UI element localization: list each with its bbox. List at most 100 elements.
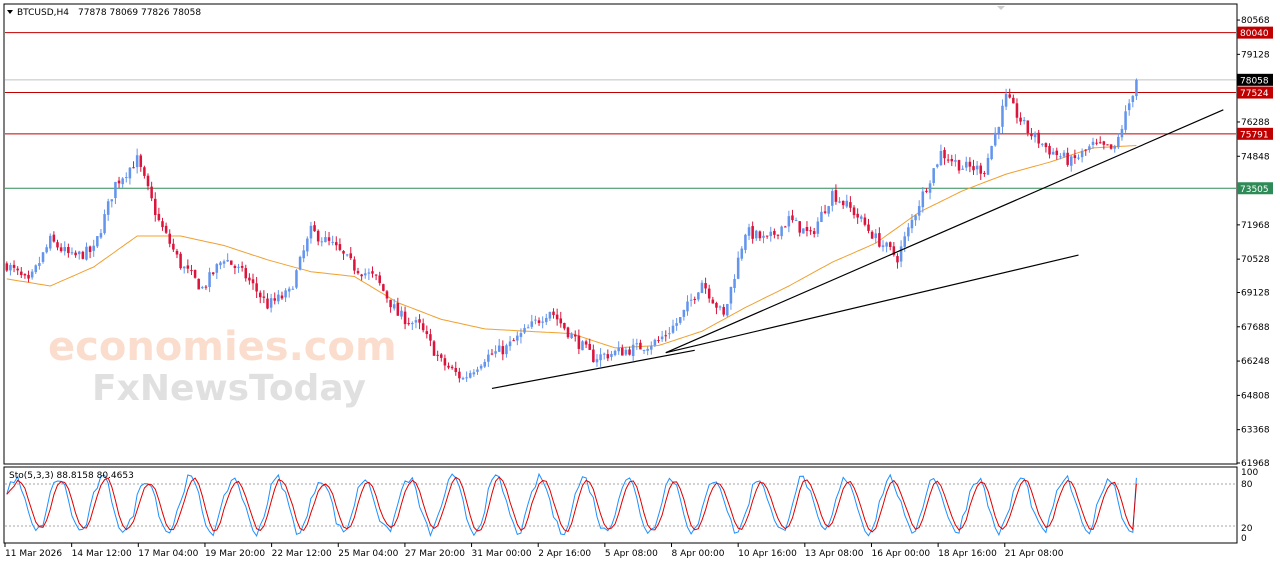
candle-body bbox=[121, 178, 124, 185]
candle-body bbox=[599, 354, 602, 361]
candle-body bbox=[979, 165, 983, 174]
candle-body bbox=[1077, 157, 1080, 159]
candle-body bbox=[1106, 144, 1109, 146]
candle-body bbox=[237, 266, 240, 268]
candle-body bbox=[545, 317, 548, 323]
time-tick-label: 22 Mar 12:00 bbox=[272, 549, 332, 559]
candle-body bbox=[204, 286, 208, 288]
last-price-label: 78058 bbox=[1240, 76, 1269, 86]
candle-body bbox=[780, 226, 783, 237]
candle-body bbox=[277, 294, 280, 302]
candle-body bbox=[421, 323, 425, 331]
candle-body bbox=[950, 158, 954, 162]
candle-body bbox=[335, 242, 338, 246]
candle-body bbox=[392, 304, 396, 309]
candle-body bbox=[411, 323, 414, 325]
candle-body bbox=[827, 206, 830, 214]
candle-body bbox=[631, 344, 635, 357]
candle bbox=[193, 269, 197, 279]
candle-body bbox=[523, 327, 526, 333]
candle-body bbox=[150, 186, 153, 199]
candle-body bbox=[135, 155, 139, 168]
time-tick-label: 5 Apr 08:00 bbox=[605, 549, 658, 559]
candle-body bbox=[302, 250, 305, 259]
stochastic-label: Sto(5,3,3) 88.8158 80.4653 bbox=[9, 471, 134, 481]
candle-body bbox=[179, 253, 182, 269]
candle-body bbox=[468, 373, 472, 378]
candle-body bbox=[201, 287, 204, 289]
candle-body bbox=[371, 271, 374, 274]
candle-body bbox=[128, 167, 132, 179]
candle-body bbox=[820, 211, 823, 222]
stochastic-panel[interactable] bbox=[3, 466, 1238, 544]
candle-body bbox=[588, 343, 591, 350]
candle-body bbox=[1066, 152, 1069, 165]
candle-body bbox=[697, 292, 700, 300]
candle-body bbox=[802, 228, 805, 234]
candle-body bbox=[320, 241, 324, 243]
candle-body bbox=[736, 257, 740, 279]
candle-body bbox=[494, 351, 497, 354]
candle bbox=[48, 233, 52, 251]
time-tick-label: 8 Apr 00:00 bbox=[672, 549, 725, 559]
candle-body bbox=[106, 201, 110, 215]
candle-body bbox=[389, 299, 392, 308]
candle-body bbox=[686, 301, 689, 312]
candle-body bbox=[266, 298, 269, 309]
candle bbox=[197, 278, 200, 290]
candle-body bbox=[269, 298, 273, 308]
candle-body bbox=[41, 252, 45, 262]
candle-body bbox=[1109, 144, 1113, 149]
candle-body bbox=[733, 279, 736, 289]
candle-body bbox=[541, 321, 544, 323]
candle-body bbox=[1088, 146, 1091, 150]
candle-body bbox=[794, 220, 798, 222]
candle-body bbox=[356, 271, 360, 274]
candle-body bbox=[841, 200, 845, 206]
candle-body bbox=[1080, 150, 1084, 158]
candle-body bbox=[563, 323, 566, 329]
candle-body bbox=[682, 309, 686, 317]
level-label-80040: 80040 bbox=[1240, 29, 1269, 39]
price-tick-label: 79128 bbox=[1241, 50, 1270, 60]
candle-body bbox=[1131, 95, 1135, 103]
candle-body bbox=[1084, 149, 1088, 151]
ohlc-values: 77878 78069 77826 78058 bbox=[78, 8, 201, 18]
candle-body bbox=[635, 343, 639, 345]
candle-body bbox=[936, 164, 939, 167]
candle-body bbox=[193, 269, 197, 278]
candle-body bbox=[324, 237, 327, 243]
candle-body bbox=[961, 168, 964, 170]
candle bbox=[295, 269, 298, 290]
candle-body bbox=[5, 263, 9, 271]
candle-body bbox=[769, 231, 773, 237]
time-tick-label: 2 Apr 16:00 bbox=[538, 549, 591, 559]
candle bbox=[432, 340, 436, 356]
candle-body bbox=[414, 320, 418, 323]
candle-body bbox=[161, 221, 164, 228]
candle-body bbox=[954, 160, 957, 162]
candle-body bbox=[678, 317, 682, 323]
candle-body bbox=[878, 233, 881, 247]
candle-body bbox=[939, 150, 943, 166]
candle-body bbox=[990, 146, 993, 160]
candle-body bbox=[117, 180, 121, 184]
candle-body bbox=[125, 177, 128, 179]
time-tick-label: 11 Mar 2026 bbox=[5, 549, 62, 559]
candle-body bbox=[1033, 132, 1037, 138]
candle-body bbox=[592, 349, 595, 363]
candle-body bbox=[903, 236, 906, 247]
candle-body bbox=[487, 354, 490, 362]
candle-body bbox=[251, 279, 255, 284]
candle-body bbox=[946, 159, 950, 161]
candle-body bbox=[1041, 143, 1044, 145]
candle-body bbox=[458, 371, 461, 379]
candle-body bbox=[16, 268, 19, 271]
time-tick-label: 25 Mar 04:00 bbox=[338, 549, 398, 559]
candle-body bbox=[74, 252, 77, 256]
candle-body bbox=[653, 339, 657, 346]
candle-body bbox=[642, 350, 646, 352]
candle-body bbox=[291, 288, 295, 290]
candle-body bbox=[338, 244, 342, 250]
candle-body bbox=[907, 227, 910, 237]
